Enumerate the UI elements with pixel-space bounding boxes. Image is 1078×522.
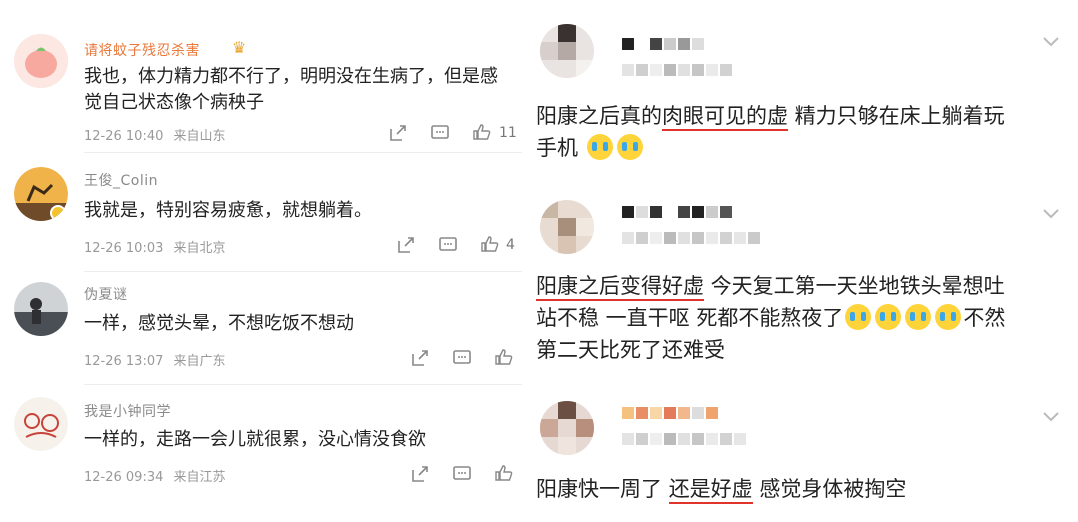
cry-emoji-icon: [935, 304, 962, 330]
comment-meta: 12-26 10:40 来自山东: [84, 125, 226, 144]
comment-location: 来自江苏: [173, 470, 226, 485]
post-text-b: 精力只够在床上躺着玩: [788, 104, 1005, 128]
comment-date: 12-26 10:03: [84, 241, 164, 256]
post-text: 阳康之后变得好虚 今天复工第一天坐地铁头晕想吐 站不稳 一直干呕 死都不能熬夜了…: [536, 270, 1066, 366]
post-item: 阳康快一周了 还是好虚 感觉身体被掏空: [522, 385, 1078, 522]
left-comment-panel: 请将蚊子残忍杀害 ♛ 我也，体力精力都不行了，明明没在生病了，但是感觉自己状态像…: [0, 0, 522, 522]
blurred-meta: [622, 64, 732, 76]
comment-date: 12-26 09:34: [84, 470, 164, 485]
right-comment-panel: 阳康之后真的肉眼可见的虚 精力只够在床上躺着玩 手机 阳康之后变得好虚 今天复工…: [522, 0, 1078, 522]
post-item: 阳康之后变得好虚 今天复工第一天坐地铁头晕想吐 站不稳 一直干呕 死都不能熬夜了…: [522, 180, 1078, 385]
like-count: 11: [499, 125, 517, 141]
cry-emoji-icon: [875, 304, 902, 330]
underlined-phrase: 阳康之后变得好虚: [536, 274, 704, 301]
avatar[interactable]: [14, 282, 68, 336]
comment-icon[interactable]: [430, 123, 450, 143]
avatar[interactable]: [14, 34, 68, 88]
comment-meta: 12-26 09:34 来自江苏: [84, 466, 226, 485]
post-text-c: 手机: [536, 136, 578, 160]
comment-text: 我就是，特别容易疲惫，就想躺着。: [84, 200, 372, 221]
comment-item: 王俊_Colin 我就是，特别容易疲惫，就想躺着。 12-26 10:03 来自…: [0, 153, 522, 271]
comment-icon[interactable]: [452, 464, 472, 484]
like-icon[interactable]: [494, 463, 514, 483]
username[interactable]: 我是小钟同学: [84, 401, 171, 421]
cry-emoji-icon: [586, 134, 613, 160]
comment-icon[interactable]: [438, 235, 458, 255]
blurred-username: [622, 206, 732, 218]
post-text-b: 感觉身体被掏空: [752, 477, 907, 501]
avatar[interactable]: [14, 397, 68, 451]
blurred-meta: [622, 232, 760, 244]
chevron-down-icon[interactable]: [1040, 405, 1062, 427]
post-text-a: 阳康快一周了: [536, 477, 669, 501]
crown-badge-icon: ♛: [232, 38, 247, 57]
avatar[interactable]: [14, 167, 68, 221]
comment-date: 12-26 13:07: [84, 354, 164, 369]
like-icon[interactable]: [494, 347, 514, 367]
post-text-b: 今天复工第一天坐地铁头晕想吐: [704, 274, 1005, 298]
username[interactable]: 王俊_Colin: [84, 170, 158, 190]
cry-emoji-icon: [905, 304, 932, 330]
like-icon[interactable]: [472, 122, 492, 142]
repost-icon[interactable]: [410, 348, 430, 368]
post-text-c: 站不稳 一直干呕 死都不能熬夜了: [536, 306, 844, 330]
repost-icon[interactable]: [388, 123, 408, 143]
comment-location: 来自山东: [173, 129, 226, 144]
cry-emoji-icon: [616, 134, 643, 160]
repost-icon[interactable]: [410, 464, 430, 484]
underlined-phrase: 肉眼可见的虚: [662, 104, 788, 131]
comment-item: 伪夏谜 一样，感觉头晕，不想吃饭不想动 12-26 13:07 来自广东: [0, 272, 522, 384]
comment-meta: 12-26 13:07 来自广东: [84, 350, 226, 369]
comment-text: 我也，体力精力都不行了，明明没在生病了，但是感觉自己状态像个病秧子: [84, 66, 498, 113]
like-count: 4: [506, 237, 515, 253]
post-text: 阳康之后真的肉眼可见的虚 精力只够在床上躺着玩 手机: [536, 100, 1066, 164]
chevron-down-icon[interactable]: [1040, 202, 1062, 224]
blurred-meta: [622, 433, 746, 445]
comment-item: 我是小钟同学 一样的，走路一会儿就很累，没心情没食欲 12-26 09:34 来…: [0, 385, 522, 522]
like-icon[interactable]: [480, 234, 500, 254]
post-text: 阳康快一周了 还是好虚 感觉身体被掏空: [536, 473, 1066, 505]
underlined-phrase: 还是好虚: [668, 477, 753, 504]
comment-text: 一样的，走路一会儿就很累，没心情没食欲: [84, 429, 426, 450]
comment-text: 一样，感觉头晕，不想吃饭不想动: [84, 313, 354, 334]
chevron-down-icon[interactable]: [1040, 30, 1062, 52]
username[interactable]: 伪夏谜: [84, 284, 128, 304]
repost-icon[interactable]: [396, 235, 416, 255]
comment-location: 来自北京: [173, 241, 226, 256]
comment-date: 12-26 10:40: [84, 129, 164, 144]
comment-location: 来自广东: [173, 354, 226, 369]
post-item: 阳康之后真的肉眼可见的虚 精力只够在床上躺着玩 手机: [522, 0, 1078, 180]
comment-item: 请将蚊子残忍杀害 ♛ 我也，体力精力都不行了，明明没在生病了，但是感觉自己状态像…: [0, 0, 522, 152]
post-text-e: 第二天比死了还难受: [536, 338, 725, 362]
blurred-avatar[interactable]: [540, 200, 594, 254]
comment-icon[interactable]: [452, 348, 472, 368]
blurred-username: [622, 407, 718, 419]
username[interactable]: 请将蚊子残忍杀害: [84, 40, 200, 60]
cry-emoji-icon: [845, 304, 872, 330]
comment-meta: 12-26 10:03 来自北京: [84, 237, 226, 256]
blurred-username: [622, 38, 704, 50]
post-text-d: 不然: [963, 306, 1006, 330]
blurred-avatar[interactable]: [540, 24, 594, 78]
post-text-a: 阳康之后真的: [536, 104, 662, 128]
blurred-avatar[interactable]: [540, 401, 594, 455]
